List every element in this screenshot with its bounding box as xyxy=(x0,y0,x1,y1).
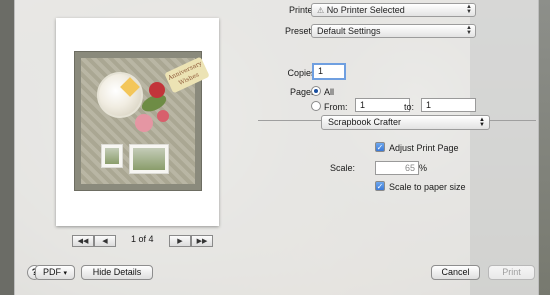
pages-to-label: to: xyxy=(404,102,415,112)
printer-popup[interactable]: ⚠ No Printer Selected ▲ ▼ xyxy=(311,3,476,17)
popup-arrows-icon: ▲ ▼ xyxy=(466,25,472,36)
pdf-label: PDF xyxy=(42,267,61,277)
page-indicator: 1 of 4 xyxy=(131,234,154,244)
photo-frame-small xyxy=(101,144,123,168)
scale-unit: % xyxy=(419,163,428,173)
pages-all-label: All xyxy=(324,87,335,97)
rose-bud xyxy=(157,110,169,122)
pages-label: Pages: xyxy=(289,87,318,97)
adjust-print-page-label: Adjust Print Page xyxy=(389,143,459,153)
printer-value: No Printer Selected xyxy=(326,5,405,15)
photo-frame-large xyxy=(129,144,169,174)
print-button[interactable]: Print xyxy=(488,265,535,280)
pages-to-input[interactable]: 1 xyxy=(421,98,476,112)
cancel-button[interactable]: Cancel xyxy=(431,265,480,280)
scale-to-paper-checkbox[interactable]: ✓ xyxy=(375,181,385,191)
red-rose xyxy=(149,82,165,98)
copies-label: Copies: xyxy=(287,68,318,78)
preview-nav-forward: ▶ ▶▶ xyxy=(169,235,213,247)
preview-nav-back: ◀◀ ◀ xyxy=(72,235,116,247)
chevron-down-icon: ▾ xyxy=(63,270,68,277)
popup-arrows-icon: ▲ ▼ xyxy=(466,4,472,15)
presets-popup[interactable]: Default Settings ▲ ▼ xyxy=(311,24,476,38)
section-value: Scrapbook Crafter xyxy=(328,117,402,127)
hide-details-button[interactable]: Hide Details xyxy=(81,265,153,280)
pages-from-input[interactable]: 1 xyxy=(355,98,410,112)
scale-to-paper-label: Scale to paper size xyxy=(389,182,466,192)
pages-from-label: From: xyxy=(324,102,348,112)
print-sheet: Anniversary Wishes ◀◀ ◀ 1 of 4 ▶ ▶▶ Prin… xyxy=(14,0,539,295)
previous-page-button[interactable]: ◀ xyxy=(94,235,116,247)
adjust-print-page-checkbox[interactable]: ✓ xyxy=(375,142,385,152)
pages-range-radio[interactable] xyxy=(311,101,321,111)
scale-input[interactable]: 65 xyxy=(375,161,419,175)
printer-label: Printer: xyxy=(288,5,318,15)
presets-value: Default Settings xyxy=(317,26,381,36)
scale-label: Scale: xyxy=(329,163,355,173)
presets-label: Presets: xyxy=(284,26,318,36)
last-page-button[interactable]: ▶▶ xyxy=(191,235,213,247)
pages-all-radio[interactable] xyxy=(311,86,321,96)
print-preview-page: Anniversary Wishes xyxy=(56,18,219,226)
pink-rose xyxy=(135,114,153,132)
pdf-menu-button[interactable]: PDF ▾ xyxy=(35,265,75,280)
lace-circle xyxy=(97,72,143,118)
scrapbook-artwork: Anniversary Wishes xyxy=(74,51,210,191)
options-section-popup[interactable]: Scrapbook Crafter ▲ ▼ xyxy=(321,115,490,130)
popup-arrows-icon: ▲ ▼ xyxy=(479,117,485,128)
background-left-edge xyxy=(0,0,14,295)
print-dialog-stage: Anniversary Wishes ◀◀ ◀ 1 of 4 ▶ ▶▶ Prin… xyxy=(0,0,550,295)
warning-icon: ⚠ xyxy=(317,6,325,15)
copies-input[interactable]: 1 xyxy=(312,63,346,80)
next-page-button[interactable]: ▶ xyxy=(169,235,191,247)
first-page-button[interactable]: ◀◀ xyxy=(72,235,94,247)
